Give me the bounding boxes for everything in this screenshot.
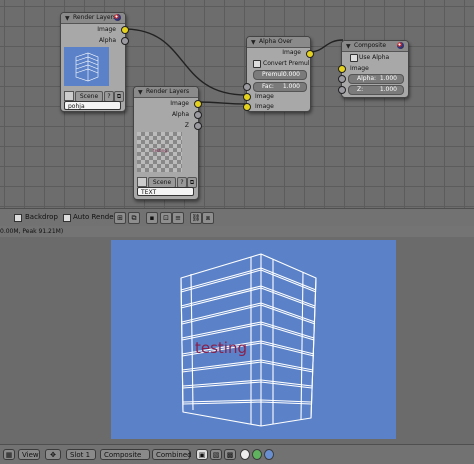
input-image-socket[interactable]	[338, 65, 346, 73]
view-menu[interactable]: View	[18, 449, 40, 460]
node-preview-ball-icon[interactable]	[114, 14, 121, 21]
link-alphaover-to-composite	[308, 39, 344, 53]
image-selector[interactable]: Composite	[100, 449, 150, 460]
backdrop-label[interactable]: Backdrop	[25, 213, 58, 221]
input-image-2-label: Image	[255, 103, 274, 110]
node-editor-header: Backdrop Auto Render ⊞ ⧉ ▪ ⊡ ≡ ⛓ ⧈	[0, 208, 474, 227]
node-header[interactable]: ▼ Alpha Over	[247, 37, 310, 48]
z-field[interactable]: Z: 1.000	[348, 85, 404, 95]
output-image-socket[interactable]	[306, 50, 314, 58]
node-title: Alpha Over	[259, 38, 293, 45]
white-sphere-icon[interactable]	[240, 449, 250, 460]
output-alpha-label: Alpha	[98, 37, 116, 44]
input-image-label: Image	[350, 65, 369, 72]
alpha-value: 1.000	[379, 75, 397, 82]
display-channels-icon[interactable]: ▣	[196, 449, 208, 460]
building-icon	[75, 52, 99, 82]
render-preview-thumbnail	[64, 47, 109, 86]
collapse-triangle-icon[interactable]: ▼	[65, 15, 70, 22]
preview-text: testing	[153, 148, 167, 153]
fac-field[interactable]: Fac: 1.000	[253, 82, 307, 92]
output-image-socket[interactable]	[194, 100, 202, 108]
output-image-label: Image	[170, 100, 189, 107]
output-alpha-socket[interactable]	[194, 111, 202, 119]
collapse-triangle-icon[interactable]: ▼	[346, 43, 351, 50]
save-icon[interactable]: ▪	[146, 212, 158, 224]
alpha-channel-icon[interactable]: ▧	[210, 449, 222, 460]
node-preview-ball-icon[interactable]	[397, 42, 404, 49]
image-editor-header: ▦ View ✥ Slot 1 Composite Combined ▣ ▧ ▩	[0, 444, 474, 464]
output-alpha-socket[interactable]	[121, 37, 129, 45]
premul-field[interactable]: Premul: 0.000	[253, 70, 307, 80]
render-result-canvas[interactable]: testing	[111, 240, 396, 439]
backdrop-checkbox-icon[interactable]	[14, 214, 22, 222]
copy-icon[interactable]: ⧉	[128, 212, 140, 224]
alpha-label: Alpha:	[357, 75, 377, 82]
node-editor[interactable]: ▼ Render Layers Image Alpha Scene ? ⧉ po…	[0, 0, 474, 208]
output-alpha-label: Alpha	[171, 111, 189, 118]
render-layers-node-2[interactable]: ▼ Render Layers Image Alpha Z testing Sc…	[133, 86, 202, 200]
layer-selector[interactable]: pohja	[64, 101, 121, 110]
composite-node[interactable]: ▼ Composite Use Alpha Image Alpha: 1.000…	[338, 40, 409, 98]
z-buffer-icon[interactable]: ▩	[224, 449, 236, 460]
z-value: 1.000	[379, 86, 397, 93]
editor-type-icon[interactable]: ▦	[3, 449, 15, 460]
layer-selector[interactable]: TEXT	[137, 187, 194, 196]
convert-premul-checkbox[interactable]	[253, 60, 261, 68]
use-alpha-checkbox[interactable]	[350, 54, 358, 62]
node-header[interactable]: ▼ Render Layers	[61, 13, 125, 24]
blue-sphere-icon[interactable]	[264, 449, 274, 460]
snap-icon[interactable]: ⊞	[114, 212, 126, 224]
node-header[interactable]: ▼ Render Layers	[134, 87, 198, 98]
input-alpha-socket[interactable]	[338, 75, 346, 83]
render-preview-thumbnail: testing	[137, 132, 182, 172]
output-image-label: Image	[97, 26, 116, 33]
input-image-2-socket[interactable]	[243, 103, 251, 111]
link-render2-to-alphaover-2	[196, 101, 247, 105]
node-title: Render Layers	[146, 88, 190, 95]
memory-info-text: 0.00M, Peak 91.21M)	[0, 228, 64, 235]
scene-browse-icon[interactable]	[137, 177, 147, 187]
output-z-label: Z	[184, 122, 189, 129]
input-fac-socket[interactable]	[243, 83, 251, 91]
scene-browse-icon[interactable]	[64, 91, 74, 101]
fac-label: Fac:	[262, 83, 274, 90]
node-title: Composite	[354, 42, 387, 49]
input-image-1-socket[interactable]	[243, 93, 251, 101]
node-tree-icon[interactable]: ⛓	[190, 212, 202, 224]
use-alpha-label: Use Alpha	[359, 54, 390, 61]
input-z-socket[interactable]	[338, 86, 346, 94]
menu-icon[interactable]: ≡	[172, 212, 184, 224]
select-icon[interactable]: ⊡	[160, 212, 172, 224]
auto-render-checkbox-icon[interactable]	[63, 214, 71, 222]
output-z-socket[interactable]	[194, 122, 202, 130]
group-icon[interactable]: ⧈	[202, 212, 214, 224]
output-image-label: Image	[282, 49, 301, 56]
slot-selector[interactable]: Slot 1	[66, 449, 96, 460]
z-label: Z:	[357, 86, 364, 93]
collapse-triangle-icon[interactable]: ▼	[138, 89, 143, 96]
memory-info-bar: 0.00M, Peak 91.21M)	[0, 226, 474, 237]
alpha-field[interactable]: Alpha: 1.000	[348, 74, 404, 84]
auto-render-label[interactable]: Auto Render	[73, 213, 116, 221]
navigation-icon[interactable]: ✥	[45, 449, 61, 460]
pass-selector[interactable]: Combined	[152, 449, 192, 460]
building-render	[180, 253, 317, 427]
alpha-over-node[interactable]: ▼ Alpha Over Image Convert Premul Premul…	[243, 36, 314, 112]
premul-label: Premul:	[262, 71, 285, 78]
node-title: Render Layers	[73, 14, 117, 21]
output-image-socket[interactable]	[121, 26, 129, 34]
premul-value: 0.000	[282, 71, 300, 78]
green-sphere-icon[interactable]	[252, 449, 262, 460]
collapse-triangle-icon[interactable]: ▼	[251, 39, 256, 46]
fac-value: 1.000	[282, 83, 300, 90]
input-image-1-label: Image	[255, 93, 274, 100]
convert-premul-label: Convert Premul	[263, 60, 310, 67]
node-header[interactable]: ▼ Composite	[342, 41, 408, 52]
render-overlay-text: testing	[195, 339, 248, 357]
image-viewer[interactable]: testing	[0, 237, 474, 444]
render-layers-node-1[interactable]: ▼ Render Layers Image Alpha Scene ? ⧉ po…	[60, 12, 129, 112]
